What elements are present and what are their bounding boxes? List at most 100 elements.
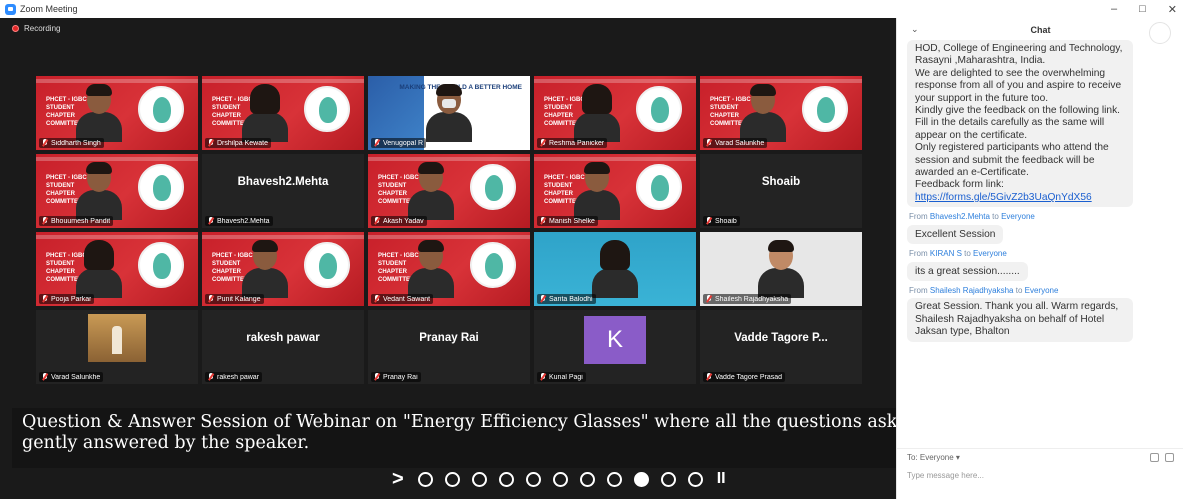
participant-name-label: Bhavesh2.Mehta bbox=[205, 216, 273, 226]
share-file-icon[interactable] bbox=[1150, 453, 1159, 462]
slide-dot[interactable] bbox=[687, 471, 703, 487]
participant-name-label: rakesh pawar bbox=[205, 372, 263, 382]
recording-dot-icon bbox=[12, 25, 19, 32]
message-recipient: Everyone bbox=[1024, 286, 1059, 296]
participant-name: Sarita Balodhi bbox=[549, 295, 593, 303]
participant-tile[interactable]: PHCET - IGBC STUDENT CHAPTER COMMITTEE Re… bbox=[534, 76, 696, 150]
igbc-logo-icon bbox=[138, 242, 184, 288]
slide-dot[interactable] bbox=[579, 471, 595, 487]
maximize-button[interactable]: □ bbox=[1139, 3, 1146, 15]
participant-tile[interactable]: PHCET - IGBC STUDENT CHAPTER COMMITTEE Po… bbox=[36, 232, 198, 306]
recording-indicator[interactable]: Recording bbox=[12, 24, 60, 33]
participant-display-name: rakesh pawar bbox=[246, 332, 320, 344]
participant-video bbox=[426, 84, 472, 142]
participant-tile[interactable]: PHCET - IGBC STUDENT CHAPTER COMMITTEE Bh… bbox=[36, 154, 198, 228]
participant-tile[interactable]: PHCET - IGBC STUDENT CHAPTER COMMITTEE Pu… bbox=[202, 232, 364, 306]
participant-name-label: Vedant Sawant bbox=[371, 294, 434, 304]
participant-tile[interactable]: PHCET - IGBC STUDENT CHAPTER COMMITTEE Ak… bbox=[368, 154, 530, 228]
minimize-button[interactable]: – bbox=[1111, 3, 1117, 15]
mic-muted-icon bbox=[540, 139, 546, 147]
avatar: K bbox=[584, 316, 646, 364]
participant-name-label: Drshilpa Kewate bbox=[205, 138, 271, 148]
slide-dot[interactable] bbox=[444, 471, 460, 487]
person-body bbox=[426, 112, 472, 142]
participant-tile[interactable]: Shailesh Rajadhyaksha bbox=[700, 232, 862, 306]
message-sender[interactable]: Shailesh Rajadhyaksha bbox=[930, 286, 1014, 295]
participant-tile[interactable]: PHCET - IGBC STUDENT CHAPTER COMMITTEE Va… bbox=[700, 76, 862, 150]
participant-tile[interactable]: Vadde Tagore P... Vadde Tagore Prasad bbox=[700, 310, 862, 384]
close-button[interactable]: ✕ bbox=[1168, 3, 1177, 16]
participant-name-label: Bhouumesh Pandit bbox=[39, 216, 114, 226]
participant-name-label: Vadde Tagore Prasad bbox=[703, 372, 786, 382]
person-hair bbox=[584, 162, 610, 174]
message-recipient: Everyone bbox=[973, 249, 1007, 259]
window-titlebar: Zoom Meeting – □ ✕ bbox=[0, 0, 1183, 18]
chat-tools bbox=[1150, 453, 1174, 462]
participant-tile[interactable]: Bhavesh2.Mehta Bhavesh2.Mehta bbox=[202, 154, 364, 228]
slide-dot[interactable] bbox=[633, 471, 649, 487]
person-hair bbox=[86, 162, 112, 174]
participant-name: Bhouumesh Pandit bbox=[51, 217, 111, 225]
mic-muted-icon bbox=[42, 139, 48, 147]
message-sender[interactable]: Bhavesh2.Mehta bbox=[930, 212, 990, 221]
participant-tile[interactable]: PHCET - IGBC STUDENT CHAPTER COMMITTEE Ma… bbox=[534, 154, 696, 228]
window-controls: – □ ✕ bbox=[1111, 0, 1177, 18]
person-hair bbox=[418, 240, 444, 252]
mic-muted-icon bbox=[374, 295, 380, 303]
chat-message-input[interactable]: Type message here... bbox=[907, 471, 984, 480]
banner-strip bbox=[36, 157, 198, 161]
igbc-logo-icon bbox=[802, 86, 848, 132]
participant-tile[interactable]: MAKING THE WORLD A BETTER HOMEVenugopal … bbox=[368, 76, 530, 150]
mic-muted-icon bbox=[42, 217, 48, 225]
next-arrow-icon[interactable]: > bbox=[392, 468, 404, 491]
slide-dot[interactable] bbox=[606, 471, 622, 487]
message-sender[interactable]: KIRAN S bbox=[930, 249, 962, 258]
participant-name: Shoaib bbox=[715, 217, 737, 225]
slide-dot[interactable] bbox=[552, 471, 568, 487]
message-recipient: Everyone bbox=[1001, 212, 1035, 222]
participant-tile[interactable]: Varad Salunkhe bbox=[36, 310, 198, 384]
chat-panel: ⌄ Chat HOD, College of Engineering and T… bbox=[896, 18, 1183, 499]
participant-name: Varad Salunkhe bbox=[715, 139, 765, 147]
participant-video bbox=[574, 162, 620, 220]
participant-tile[interactable]: K Kunal Pagi bbox=[534, 310, 696, 384]
slide-dot[interactable] bbox=[471, 471, 487, 487]
participant-name: Pranay Rai bbox=[383, 373, 418, 381]
slideshow-controls: > II bbox=[392, 466, 792, 492]
participant-tile[interactable]: Pranay Rai Pranay Rai bbox=[368, 310, 530, 384]
participant-name-label: Pooja Parkar bbox=[39, 294, 95, 304]
more-options-icon[interactable] bbox=[1165, 453, 1174, 462]
participant-tile[interactable]: Shoaib Shoaib bbox=[700, 154, 862, 228]
igbc-logo-icon bbox=[470, 164, 516, 210]
person-hair bbox=[86, 84, 112, 96]
feedback-form-link[interactable]: https://forms.gle/5GivZ2b3UaQnYdX56 bbox=[915, 192, 1092, 203]
slide-dot[interactable] bbox=[417, 471, 433, 487]
participant-video bbox=[242, 84, 288, 142]
banner-strip bbox=[534, 157, 696, 161]
chevron-down-icon[interactable]: ⌄ bbox=[911, 24, 919, 35]
banner-strip bbox=[534, 79, 696, 83]
participant-display-name: Vadde Tagore P... bbox=[734, 332, 828, 344]
person-hair bbox=[252, 240, 278, 252]
participant-tile[interactable]: Sarita Balodhi bbox=[534, 232, 696, 306]
pause-icon[interactable]: II bbox=[717, 470, 726, 488]
participant-tile[interactable]: rakesh pawar rakesh pawar bbox=[202, 310, 364, 384]
mic-muted-icon bbox=[540, 217, 546, 225]
participant-tile[interactable]: PHCET - IGBC STUDENT CHAPTER COMMITTEE Si… bbox=[36, 76, 198, 150]
mic-muted-icon bbox=[208, 295, 214, 303]
person-hair bbox=[250, 84, 280, 114]
slide-dot[interactable] bbox=[525, 471, 541, 487]
igbc-logo-icon bbox=[636, 86, 682, 132]
participant-name: Pooja Parkar bbox=[51, 295, 92, 303]
participant-video bbox=[740, 84, 786, 142]
chat-recipient-select[interactable]: To: Everyone ▾ bbox=[907, 453, 960, 462]
slide-dot[interactable] bbox=[660, 471, 676, 487]
participant-video bbox=[574, 84, 620, 142]
participant-tile[interactable]: PHCET - IGBC STUDENT CHAPTER COMMITTEE Dr… bbox=[202, 76, 364, 150]
participant-tile[interactable]: PHCET - IGBC STUDENT CHAPTER COMMITTEE Ve… bbox=[368, 232, 530, 306]
participant-name-label: Varad Salunkhe bbox=[39, 372, 104, 382]
participant-video bbox=[76, 240, 122, 298]
mic-muted-icon bbox=[208, 373, 214, 381]
participant-name: Vadde Tagore Prasad bbox=[715, 373, 783, 381]
slide-dot[interactable] bbox=[498, 471, 514, 487]
